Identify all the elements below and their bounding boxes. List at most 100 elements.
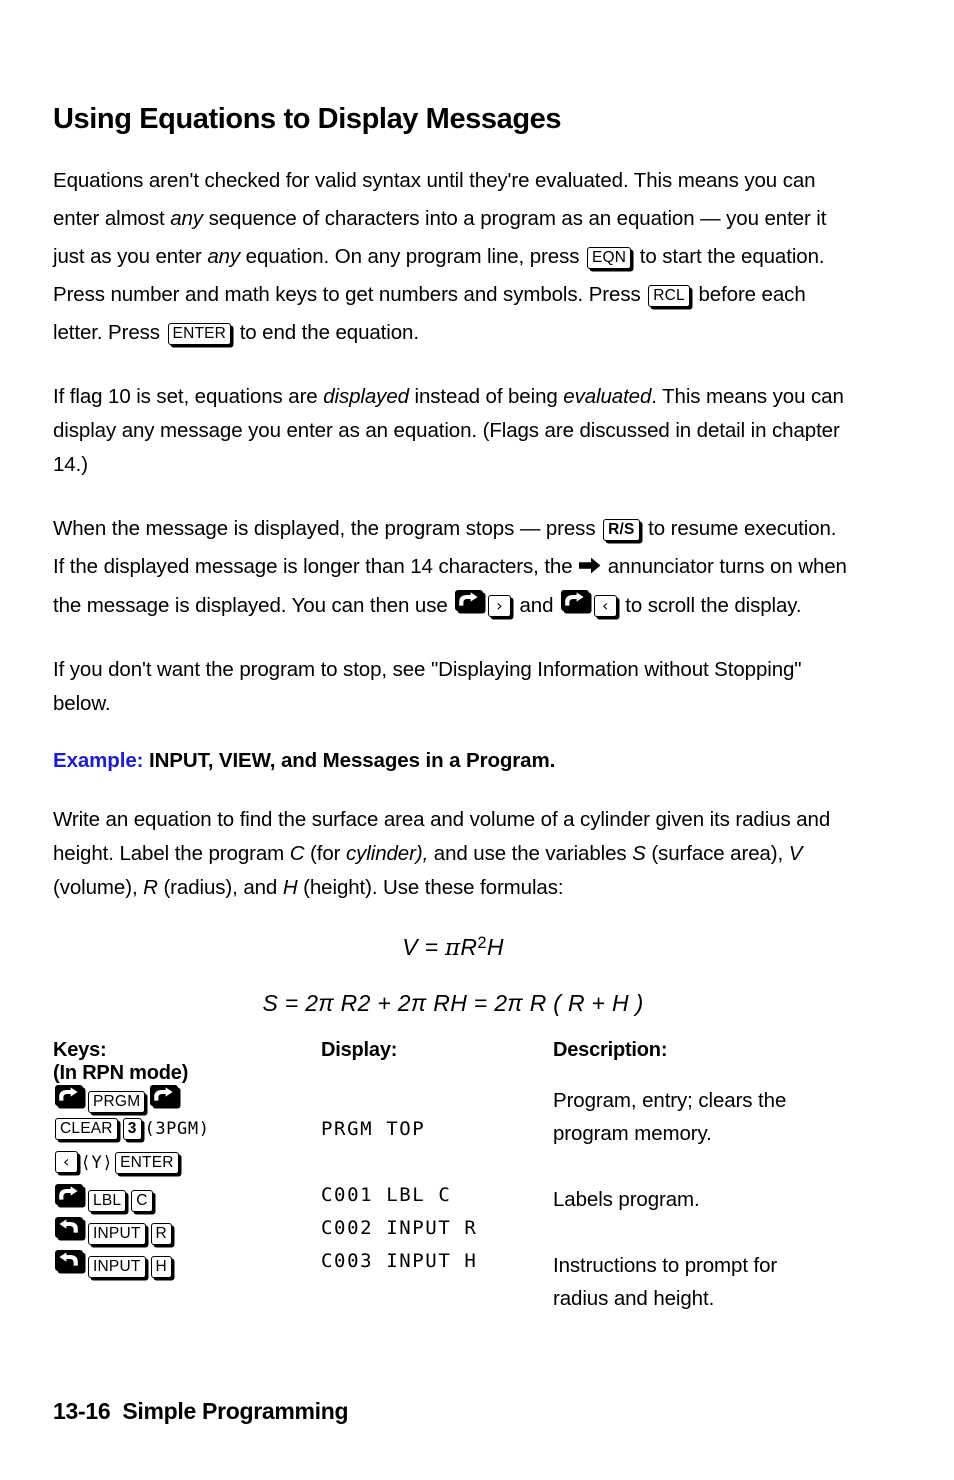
right-shift-key-2[interactable] bbox=[561, 589, 590, 611]
description-cell-1: Program, entry; clears the bbox=[553, 1088, 787, 1112]
left-shift-key-row6[interactable] bbox=[55, 1249, 83, 1271]
display-cell-3 bbox=[321, 1151, 553, 1184]
digit-3-key[interactable]: 3 bbox=[122, 1117, 142, 1140]
p5-text-5: (volume), bbox=[53, 875, 144, 899]
p2-text-1: If flag 10 is set, equations are bbox=[53, 384, 324, 408]
lbl-key[interactable]: LBL bbox=[88, 1189, 127, 1212]
example-text: INPUT, VIEW, and Messages in a Program. bbox=[148, 748, 556, 772]
description-cell-3 bbox=[553, 1151, 853, 1184]
display-cell-2: PRGM TOP bbox=[321, 1117, 426, 1140]
table-row: ‹ ⟨Y⟩ ENTER bbox=[53, 1150, 853, 1184]
clear-3-pgm-annotation: (3PGM) bbox=[144, 1118, 210, 1139]
description-cell-2: program memory. bbox=[553, 1121, 712, 1145]
p5-var-h: H bbox=[282, 875, 298, 899]
formula-volume-h: H bbox=[486, 933, 504, 960]
keys-cell-7 bbox=[53, 1283, 321, 1316]
description-cell-6: Instructions to prompt for bbox=[553, 1253, 778, 1277]
table-row: CLEAR 3 (3PGM) PRGM TOP program memory. bbox=[53, 1117, 853, 1151]
p2-italic-displayed: displayed bbox=[323, 384, 409, 408]
left-shift-key-row5[interactable] bbox=[55, 1216, 83, 1238]
paragraph-message-display: When the message is displayed, the progr… bbox=[53, 510, 853, 625]
p5-italic-cylinder: cylinder), bbox=[346, 841, 429, 865]
subheader-spacer-1 bbox=[321, 1062, 553, 1085]
yes-no-prompt-annotation: ⟨Y⟩ bbox=[80, 1152, 114, 1173]
p2-italic-evaluated: evaluated bbox=[563, 384, 652, 408]
footer-page-number: 13-16 bbox=[53, 1398, 111, 1424]
page-content: Using Equations to Display Messages Equa… bbox=[53, 103, 853, 1316]
p5-var-r: R bbox=[143, 875, 158, 899]
left-arrow-key[interactable]: ‹ bbox=[55, 1150, 78, 1173]
keys-cell-6: INPUT H bbox=[53, 1249, 321, 1283]
description-cell-7: radius and height. bbox=[553, 1286, 715, 1310]
table-header-row: Keys: Display: Description: bbox=[53, 1039, 853, 1062]
header-display: Display: bbox=[321, 1038, 398, 1061]
example-label: Example: bbox=[53, 748, 144, 772]
p1-italic-any-2: any bbox=[207, 244, 241, 268]
p5-text-7: (height). Use these formulas: bbox=[297, 875, 564, 899]
formula-surface-area: S = 2π R2 + 2π RH = 2π R ( R + H ) bbox=[53, 990, 853, 1017]
letter-r-key[interactable]: R bbox=[150, 1222, 172, 1245]
table-row: PRGM Program, entry; clears the bbox=[53, 1084, 853, 1118]
table-row: INPUT H C003 INPUT H Instructions to prom… bbox=[53, 1249, 853, 1283]
paragraph-flag-10: If flag 10 is set, equations are display… bbox=[53, 380, 853, 482]
keys-display-description-table: Keys: Display: Description: (In RPN mode… bbox=[53, 1039, 853, 1316]
p3-text-5: to scroll the display. bbox=[619, 593, 802, 617]
rpn-mode-note: (In RPN mode) bbox=[53, 1061, 189, 1084]
formula-volume-r: R bbox=[460, 933, 478, 960]
p3-text-1: When the message is displayed, the progr… bbox=[53, 516, 602, 540]
right-shift-key-b[interactable] bbox=[150, 1084, 179, 1106]
subheader-spacer-2 bbox=[553, 1062, 853, 1085]
paragraph-cylinder-problem: Write an equation to find the surface ar… bbox=[53, 803, 853, 905]
table-row: INPUT R C002 INPUT R bbox=[53, 1216, 853, 1250]
clear-key[interactable]: CLEAR bbox=[55, 1117, 118, 1140]
right-shift-key-row4[interactable] bbox=[55, 1183, 83, 1205]
formula-volume-text: V bbox=[402, 933, 418, 960]
display-cell-6: C003 INPUT H bbox=[321, 1249, 478, 1272]
rcl-key[interactable]: RCL bbox=[648, 284, 690, 307]
formula-surface-text: S = 2π R2 + 2π RH = 2π R ( R + H ) bbox=[262, 989, 644, 1016]
display-cell-1 bbox=[321, 1085, 553, 1118]
right-shift-key-1[interactable] bbox=[455, 589, 484, 611]
keys-cell-4: LBL C bbox=[53, 1183, 321, 1217]
enter-key-row3[interactable]: ENTER bbox=[115, 1151, 179, 1174]
letter-c-key[interactable]: C bbox=[131, 1189, 153, 1212]
letter-h-key[interactable]: H bbox=[150, 1255, 172, 1278]
keys-cell-1: PRGM bbox=[53, 1084, 321, 1118]
p5-var-s: S bbox=[632, 841, 646, 865]
paragraph-equations-syntax: Equations aren't checked for valid synta… bbox=[53, 162, 853, 352]
keys-cell-3: ‹ ⟨Y⟩ ENTER bbox=[53, 1150, 321, 1184]
p1-text-3: equation. On any program line, press bbox=[240, 244, 585, 268]
scroll-right-key[interactable]: › bbox=[488, 594, 511, 617]
run-stop-key[interactable]: R/S bbox=[603, 518, 640, 541]
header-keys: Keys: bbox=[53, 1038, 107, 1061]
p5-text-6: (radius), and bbox=[157, 875, 283, 899]
scroll-left-key[interactable]: ‹ bbox=[594, 594, 617, 617]
display-cell-5: C002 INPUT R bbox=[321, 1216, 478, 1239]
keys-cell-5: INPUT R bbox=[53, 1216, 321, 1250]
enter-key[interactable]: ENTER bbox=[167, 322, 232, 345]
page-title: Using Equations to Display Messages bbox=[53, 103, 562, 135]
input-key-h[interactable]: INPUT bbox=[88, 1255, 146, 1278]
p5-text-3: and use the variables bbox=[428, 841, 633, 865]
input-key-r[interactable]: INPUT bbox=[88, 1222, 146, 1245]
pi-symbol-1: π bbox=[445, 934, 461, 961]
p3-text-4: and bbox=[513, 593, 560, 617]
header-description: Description: bbox=[553, 1038, 668, 1061]
formula-volume-exp: 2 bbox=[477, 932, 487, 952]
p2-text-2: instead of being bbox=[408, 384, 564, 408]
display-cell-7 bbox=[321, 1283, 553, 1316]
description-cell-4: Labels program. bbox=[553, 1187, 700, 1211]
p5-text-2: (for bbox=[304, 841, 346, 865]
paragraph-no-stop: If you don't want the program to stop, s… bbox=[53, 657, 802, 715]
example-heading: Example: INPUT, VIEW, and Messages in a … bbox=[53, 749, 853, 773]
table-subheader-row: (In RPN mode) bbox=[53, 1062, 853, 1085]
p5-text-4: (surface area), bbox=[645, 841, 789, 865]
formula-volume: V = πR2H bbox=[53, 933, 853, 961]
eqn-key[interactable]: EQN bbox=[586, 246, 632, 269]
p1-text-6: to end the equation. bbox=[234, 320, 419, 344]
keys-cell-2: CLEAR 3 (3PGM) bbox=[53, 1117, 321, 1151]
prgm-key[interactable]: PRGM bbox=[88, 1090, 146, 1113]
right-shift-key[interactable] bbox=[55, 1084, 83, 1106]
table-row: radius and height. bbox=[53, 1283, 853, 1316]
display-cell-4: C001 LBL C bbox=[321, 1183, 452, 1206]
